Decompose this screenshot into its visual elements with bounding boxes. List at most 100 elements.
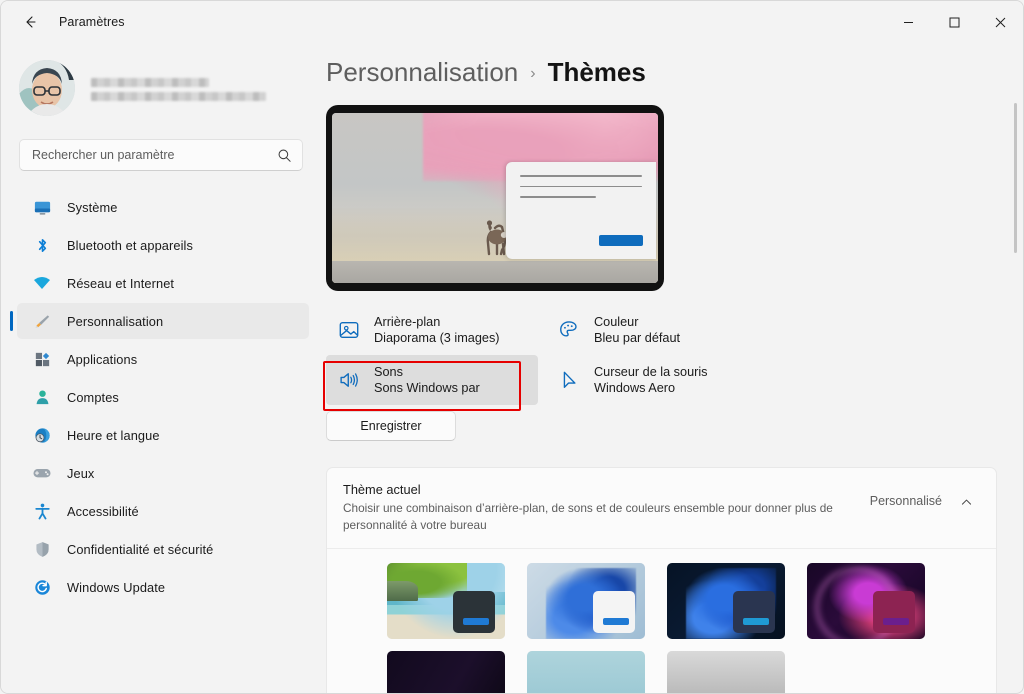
save-button[interactable]: Enregistrer	[326, 411, 456, 441]
search-container	[1, 125, 321, 177]
sidebar-item-label: Bluetooth et appareils	[67, 237, 193, 253]
theme-thumbnail-teal[interactable]	[527, 651, 645, 693]
sidebar-item-label: Applications	[67, 351, 138, 367]
chevron-up-icon	[961, 499, 971, 505]
close-icon	[995, 17, 1005, 27]
arrow-left-icon	[26, 16, 36, 28]
app-title: Paramètres	[59, 15, 125, 29]
sidebar-item-jeux[interactable]: Jeux	[17, 455, 309, 491]
account-block[interactable]	[1, 43, 321, 125]
sidebar-nav: Système Bluetooth et appareils Réseau et…	[1, 177, 321, 605]
theme-thumbnail-bloom-dark[interactable]	[667, 563, 785, 640]
option-subtitle: Windows Aero	[594, 381, 676, 395]
sidebar-item-applications[interactable]: Applications	[17, 341, 309, 377]
breadcrumb: Personnalisation › Thèmes	[321, 43, 997, 105]
current-theme-card: Thème actuel Choisir une combinaison d’a…	[326, 467, 997, 693]
theme-thumbnail-dark[interactable]	[387, 651, 505, 693]
option-arriere-plan[interactable]: Arrière-plan Diaporama (3 images)	[326, 305, 538, 355]
current-theme-text: Thème actuel Choisir une combinaison d’a…	[343, 482, 860, 534]
page-title: Thèmes	[547, 57, 646, 87]
option-text: Curseur de la souris Windows Aero	[594, 365, 708, 395]
title-bar: Paramètres	[1, 1, 1023, 43]
theme-preview-screen	[332, 113, 658, 283]
sidebar-item-heure-langue[interactable]: Heure et langue	[17, 417, 309, 453]
thumbnail-art	[667, 651, 785, 693]
theme-thumbnail-beach[interactable]	[387, 563, 505, 640]
thumbnail-accent	[603, 618, 629, 626]
thumbnail-art	[387, 651, 505, 693]
theme-preview	[326, 105, 664, 291]
minimize-icon	[903, 21, 913, 23]
sidebar-item-systeme[interactable]: Système	[17, 189, 309, 225]
current-theme-description: Choisir une combinaison d’arrière-plan, …	[343, 501, 833, 533]
option-text: Sons Sons Windows par	[374, 365, 480, 395]
close-button[interactable]	[977, 1, 1023, 43]
paintbrush-icon	[31, 310, 53, 332]
search-icon	[277, 148, 292, 163]
sidebar-item-accessibilite[interactable]: Accessibilité	[17, 493, 309, 529]
thumbnail-accent	[463, 618, 489, 626]
account-name-blurred	[91, 76, 266, 101]
sidebar-item-label: Accessibilité	[67, 503, 139, 519]
option-text: Couleur Bleu par défaut	[594, 315, 680, 345]
option-couleur[interactable]: Couleur Bleu par défaut	[546, 305, 758, 355]
thumbnail-accent	[743, 618, 769, 626]
sidebar-item-label: Comptes	[67, 389, 119, 405]
preview-dialog-line	[520, 175, 642, 177]
person-icon	[31, 386, 53, 408]
sidebar-item-personnalisation[interactable]: Personnalisation	[10, 303, 309, 339]
bluetooth-icon	[31, 234, 53, 256]
image-icon	[336, 317, 362, 343]
vertical-scrollbar[interactable]	[1014, 103, 1017, 253]
sidebar-item-label: Personnalisation	[67, 313, 164, 329]
speaker-icon	[336, 367, 362, 393]
update-icon	[31, 576, 53, 598]
option-title: Sons	[374, 365, 403, 379]
breadcrumb-parent[interactable]: Personnalisation	[326, 57, 518, 88]
preview-dialog-line	[520, 185, 642, 188]
thumbnail-window	[593, 591, 635, 634]
sidebar: Système Bluetooth et appareils	[1, 43, 321, 693]
sidebar-item-bluetooth[interactable]: Bluetooth et appareils	[17, 227, 309, 263]
sidebar-item-comptes[interactable]: Comptes	[17, 379, 309, 415]
option-title: Curseur de la souris	[594, 365, 708, 379]
sidebar-item-label: Windows Update	[67, 579, 166, 595]
preview-dialog-line	[520, 196, 596, 199]
sidebar-item-windows-update[interactable]: Windows Update	[17, 569, 309, 605]
settings-window: Paramètres Rechercher un paramètre Systè…	[0, 0, 1024, 694]
option-title: Arrière-plan	[374, 315, 441, 329]
sidebar-item-label: Confidentialité et sécurité	[67, 541, 214, 557]
option-subtitle: Sons Windows par	[374, 381, 480, 395]
search-box[interactable]	[19, 139, 303, 171]
preview-road	[332, 260, 658, 283]
expand-collapse-button[interactable]	[952, 488, 980, 516]
main-content: Personnalisation › Thèmes Arrière-plan D…	[321, 43, 1023, 693]
theme-options-grid: Arrière-plan Diaporama (3 images) Couleu…	[323, 305, 766, 411]
thumbnail-window	[453, 591, 495, 634]
option-subtitle: Diaporama (3 images)	[374, 331, 500, 345]
theme-thumbnail-bloom-light[interactable]	[527, 563, 645, 640]
gamepad-icon	[31, 462, 53, 484]
avatar	[19, 60, 75, 116]
sidebar-item-confidentialite[interactable]: Confidentialité et sécurité	[17, 531, 309, 567]
theme-thumbnail-glow[interactable]	[807, 563, 925, 640]
option-sons[interactable]: Sons Sons Windows par	[326, 355, 538, 405]
current-theme-title: Thème actuel	[343, 482, 421, 497]
minimize-button[interactable]	[885, 1, 931, 43]
theme-thumbnail-grid	[327, 549, 996, 693]
account-email-line	[91, 91, 266, 101]
option-curseur-souris[interactable]: Curseur de la souris Windows Aero	[546, 355, 758, 405]
sidebar-item-label: Système	[67, 199, 118, 215]
monitor-icon	[31, 196, 53, 218]
preview-dialog	[506, 162, 656, 260]
preview-dialog-button	[599, 235, 643, 247]
accessibility-icon	[31, 500, 53, 522]
sidebar-item-reseau[interactable]: Réseau et Internet	[17, 265, 309, 301]
search-input[interactable]	[32, 148, 277, 162]
back-button[interactable]	[13, 7, 47, 37]
theme-thumbnail-gray[interactable]	[667, 651, 785, 693]
option-subtitle: Bleu par défaut	[594, 331, 681, 345]
window-controls	[885, 1, 1023, 43]
maximize-button[interactable]	[931, 1, 977, 43]
current-theme-value: Personnalisé	[869, 494, 942, 508]
